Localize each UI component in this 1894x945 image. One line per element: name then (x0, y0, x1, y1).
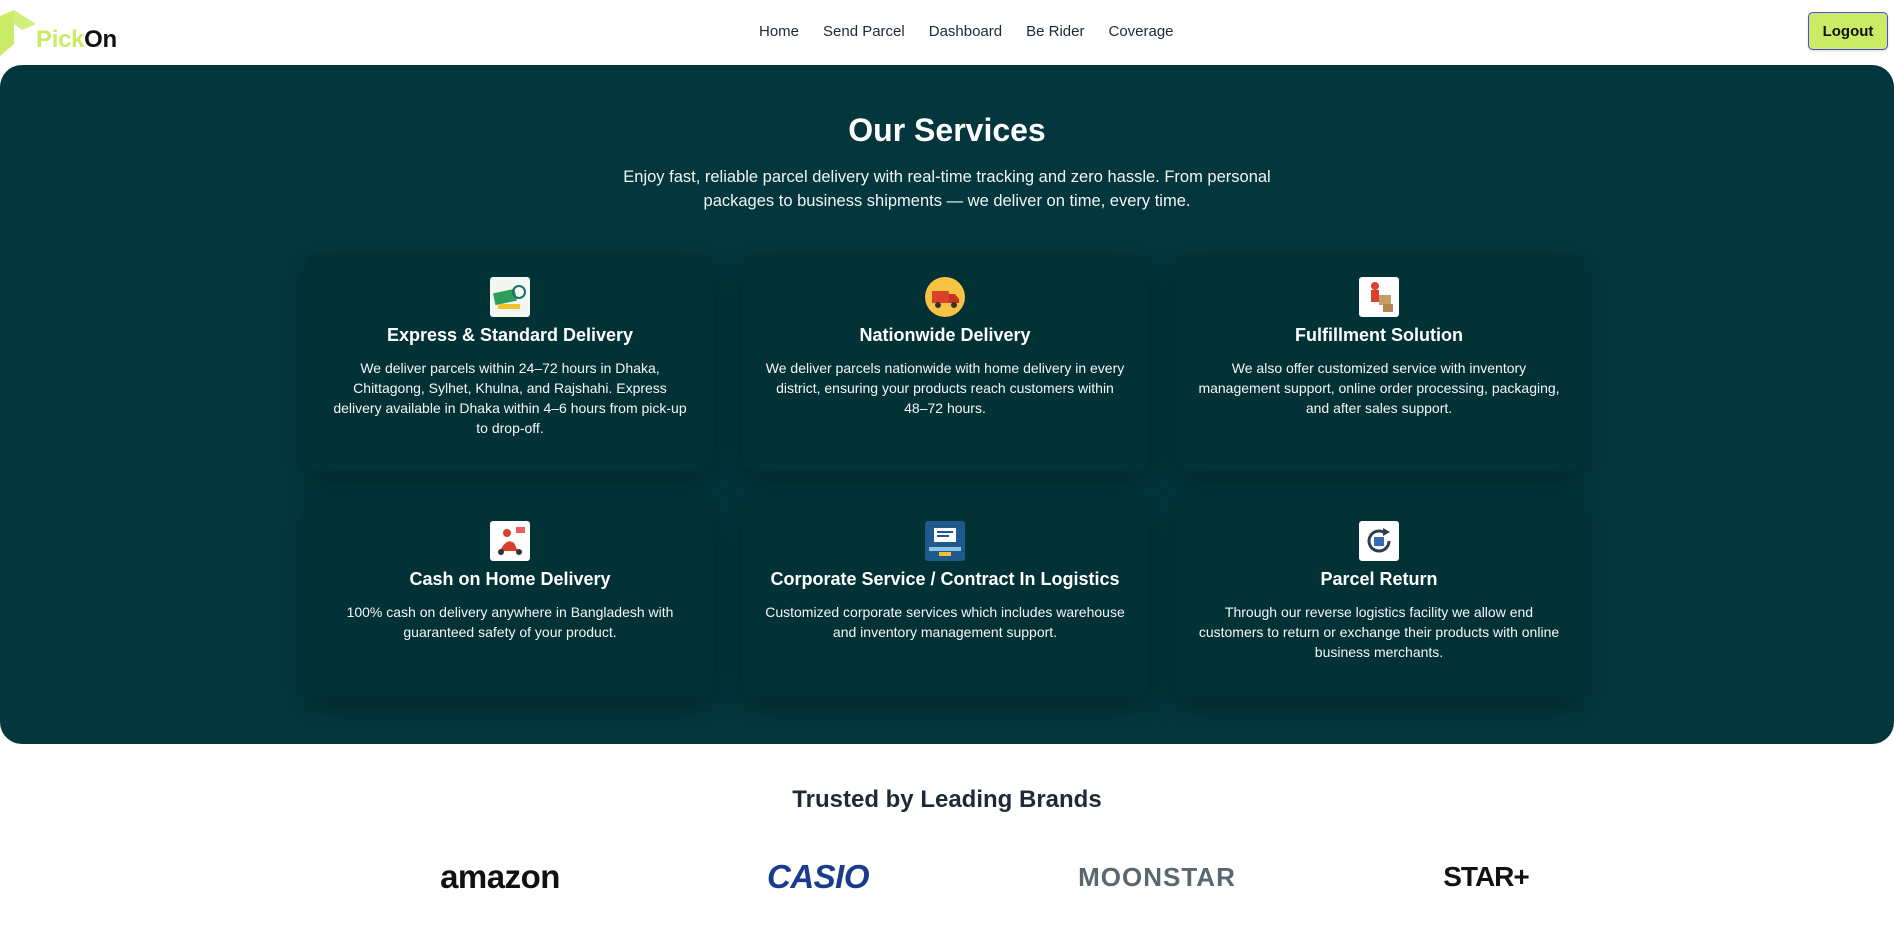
logout-button[interactable]: Logout (1808, 12, 1888, 50)
service-card-corporate: Corporate Service / Contract In Logistic… (741, 497, 1149, 697)
service-card-text: We also offer customized service with in… (1198, 360, 1560, 416)
service-card-express: Express & Standard Delivery We deliver p… (306, 253, 714, 471)
express-delivery-icon (490, 277, 530, 317)
service-card-parcel-return: Parcel Return Through our reverse logist… (1175, 497, 1583, 697)
service-card-title: Fulfillment Solution (1295, 325, 1463, 345)
fulfillment-icon (1359, 277, 1399, 317)
logo[interactable]: PickOn (0, 10, 130, 60)
main-menu: Home Send Parcel Dashboard Be Rider Cove… (747, 19, 1186, 44)
parcel-return-icon (1359, 521, 1399, 561)
service-card-title: Cash on Home Delivery (409, 569, 611, 589)
logo-mark-icon (0, 10, 36, 56)
service-card-fulfillment: Fulfillment Solution We also offer custo… (1175, 253, 1583, 471)
nav-link-home[interactable]: Home (747, 19, 811, 44)
services-intro: Enjoy fast, reliable parcel delivery wit… (623, 168, 1271, 210)
service-card-title: Parcel Return (1320, 569, 1438, 589)
brand-logo-amazon: amazon (440, 858, 560, 895)
service-card-cash-on-delivery: Cash on Home Delivery 100% cash on deliv… (306, 497, 714, 697)
cash-on-delivery-icon (490, 521, 530, 561)
delivery-truck-icon (925, 277, 965, 317)
services-section: Our Services Enjoy fast, reliable parcel… (0, 65, 1894, 744)
brand-logo-moonstar: MOONSTAR (1078, 861, 1236, 892)
brand-logo-star-plus: STAR+ (1443, 861, 1530, 892)
service-card-text: Through our reverse logistics facility w… (1198, 604, 1560, 660)
service-card-text: 100% cash on delivery anywhere in Bangla… (346, 604, 674, 640)
service-card-text: We deliver parcels within 24–72 hours in… (333, 360, 687, 436)
nav-link-coverage[interactable]: Coverage (1096, 19, 1185, 44)
service-card-title: Nationwide Delivery (859, 325, 1031, 345)
service-card-text: Customized corporate services which incl… (765, 604, 1125, 640)
corporate-service-icon (925, 521, 965, 561)
service-card-title: Corporate Service / Contract In Logistic… (770, 569, 1120, 589)
nav-link-be-rider[interactable]: Be Rider (1014, 19, 1096, 44)
service-card-title: Express & Standard Delivery (386, 325, 634, 345)
nav-link-dashboard[interactable]: Dashboard (917, 19, 1014, 44)
service-card-nationwide: Nationwide Delivery We deliver parcels n… (741, 253, 1149, 471)
logo-pick: Pick (36, 26, 85, 53)
service-card-text: We deliver parcels nationwide with home … (765, 360, 1125, 416)
logo-text: PickOn (36, 26, 117, 54)
services-title: Our Services (848, 112, 1046, 148)
logo-on: On (84, 26, 117, 53)
navbar: PickOn Home Send Parcel Dashboard Be Rid… (0, 0, 1894, 64)
nav-link-send-parcel[interactable]: Send Parcel (811, 19, 917, 44)
brands-title: Trusted by Leading Brands (792, 786, 1102, 813)
brand-logo-casio: CASIO (766, 858, 870, 895)
